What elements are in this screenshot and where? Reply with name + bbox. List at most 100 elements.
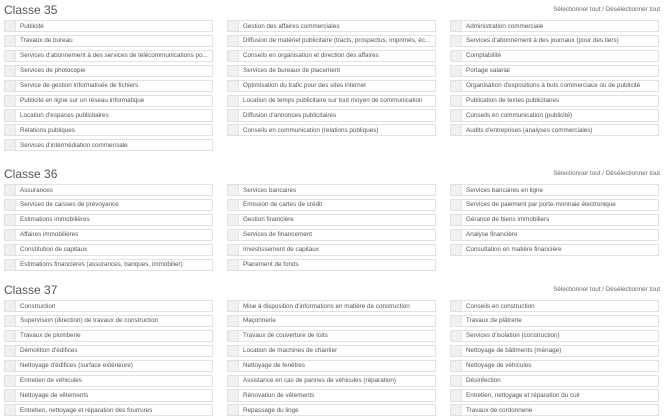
service-option[interactable]: Conseils en organisation et direction de… [227,49,436,62]
checkbox[interactable] [5,50,16,61]
checkbox[interactable] [451,345,462,356]
service-option[interactable]: Nettoyage de vêtements [4,389,213,402]
service-option[interactable]: Services bancaires [227,184,436,197]
service-option[interactable]: Démolition d'édifices [4,344,213,357]
checkbox[interactable] [228,345,239,356]
checkbox[interactable] [451,35,462,47]
service-option[interactable]: Gestion financière [227,213,436,226]
service-option[interactable]: Analyse financière [450,228,659,241]
service-option[interactable]: Maçonnerie [227,314,436,328]
service-option[interactable]: Publicité [4,20,213,33]
checkbox[interactable] [228,95,239,106]
checkbox[interactable] [228,244,239,255]
checkbox[interactable] [451,244,462,255]
checkbox[interactable] [451,301,462,312]
checkbox[interactable] [228,405,239,416]
checkbox[interactable] [5,360,16,371]
service-option[interactable]: Administration commerciale [450,20,659,33]
service-option[interactable]: Optimisation du trafic pour des sites in… [227,79,436,92]
service-option[interactable]: Publication de textes publicitaires [450,94,659,107]
checkbox[interactable] [451,360,462,371]
service-option[interactable]: Publicité en ligne sur un réseau informa… [4,94,213,107]
checkbox[interactable] [228,125,239,136]
select-all-link[interactable]: Sélectionner tout / Désélectionner tout [553,6,660,13]
checkbox[interactable] [451,315,462,327]
checkbox[interactable] [228,390,239,401]
service-option[interactable]: Services bancaires en ligne [450,184,659,197]
checkbox[interactable] [5,140,16,151]
checkbox[interactable] [451,375,462,386]
checkbox[interactable] [5,259,16,270]
service-option[interactable]: Gérance de biens immobiliers [450,213,659,226]
service-option[interactable]: Construction [4,300,213,313]
service-option[interactable]: Conseils en construction [450,300,659,313]
service-option[interactable]: Services d'abonnement à des journaux (po… [450,34,659,48]
checkbox[interactable] [228,21,239,32]
service-option[interactable]: Nettoyage d'édifices (surface extérieure… [4,359,213,372]
checkbox[interactable] [451,405,462,416]
checkbox[interactable] [5,110,16,121]
select-all-link[interactable]: Sélectionner tout / Désélectionner tout [553,286,660,293]
service-option[interactable]: Services d'abonnement à des services de … [4,49,213,62]
service-option[interactable]: Nettoyage de fenêtres [227,359,436,372]
select-all-link[interactable]: Sélectionner tout / Désélectionner tout [553,170,660,177]
service-option[interactable]: Travaux de couverture de toits [227,329,436,342]
checkbox[interactable] [228,330,239,341]
service-option[interactable]: Audits d'entreprises (analyses commercia… [450,124,659,137]
service-option[interactable]: Mise à disposition d'informations en mat… [227,300,436,313]
service-option[interactable]: Portage salarial [450,64,659,77]
checkbox[interactable] [228,259,239,270]
checkbox[interactable] [5,345,16,356]
service-option[interactable]: Repassage du linge [227,404,436,417]
service-option[interactable]: Location de temps publicitaire sur tout … [227,94,436,107]
service-option[interactable]: Placement de fonds [227,258,436,271]
checkbox[interactable] [451,21,462,32]
service-option[interactable]: Comptabilité [450,49,659,62]
checkbox[interactable] [5,375,16,386]
checkbox[interactable] [5,330,16,341]
service-option[interactable]: Travaux de cordonnerie [450,404,659,417]
service-option[interactable]: Location d'espaces publicitaires [4,109,213,122]
checkbox[interactable] [451,214,462,225]
checkbox[interactable] [228,315,239,327]
checkbox[interactable] [5,214,16,225]
service-option[interactable]: Services de caisses de prévoyance [4,198,213,212]
service-option[interactable]: Entretien de véhicules [4,374,213,387]
service-option[interactable]: Travaux de plomberie [4,329,213,342]
service-option[interactable]: Désinfection [450,374,659,387]
checkbox[interactable] [5,125,16,136]
checkbox[interactable] [451,229,462,240]
checkbox[interactable] [451,185,462,196]
service-option[interactable]: Nettoyage de bâtiments (ménage) [450,344,659,357]
checkbox[interactable] [5,244,16,255]
checkbox[interactable] [228,360,239,371]
service-option[interactable]: Consultation en matière financière [450,243,659,256]
service-option[interactable]: Nettoyage de véhicules [450,359,659,372]
checkbox[interactable] [228,50,239,61]
checkbox[interactable] [5,80,16,91]
checkbox[interactable] [5,185,16,196]
checkbox[interactable] [5,405,16,416]
checkbox[interactable] [5,95,16,106]
service-option[interactable]: Organisation d'expositions à buts commer… [450,79,659,92]
service-option[interactable]: Travaux de plâtrerie [450,314,659,328]
checkbox[interactable] [451,65,462,76]
service-option[interactable]: Rénovation de vêtements [227,389,436,402]
checkbox[interactable] [228,214,239,225]
service-option[interactable]: Services de photocopie [4,64,213,77]
checkbox[interactable] [228,301,239,312]
service-option[interactable]: Affaires immobilières [4,228,213,241]
service-option[interactable]: Travaux de bureau [4,34,213,48]
checkbox[interactable] [451,95,462,106]
checkbox[interactable] [5,301,16,312]
checkbox[interactable] [5,229,16,240]
checkbox[interactable] [5,21,16,32]
service-option[interactable]: Conseils en communication (relations pub… [227,124,436,137]
service-option[interactable]: Service de gestion informatisée de fichi… [4,79,213,92]
checkbox[interactable] [5,199,16,211]
checkbox[interactable] [228,199,239,211]
service-option[interactable]: Diffusion d'annonces publicitaires [227,109,436,122]
checkbox[interactable] [451,199,462,211]
checkbox[interactable] [451,330,462,341]
checkbox[interactable] [228,110,239,121]
